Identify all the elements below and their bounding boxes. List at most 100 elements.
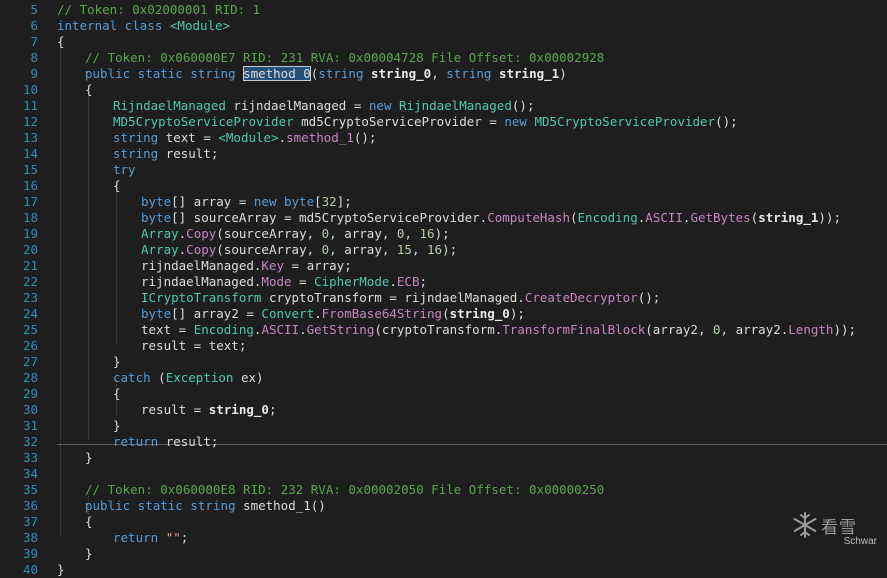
code-line: 39} [0, 546, 887, 562]
code-token: string_0 [449, 306, 510, 321]
code-line: 27} [0, 354, 887, 370]
line-number: 16 [22, 178, 38, 193]
line-number: 23 [22, 290, 38, 305]
code-text: return ""; [113, 530, 188, 546]
line-number: 17 [22, 194, 38, 209]
code-token: try [113, 162, 136, 177]
code-token: md5CryptoServiceProvider = [293, 114, 505, 129]
line-number: 28 [22, 370, 38, 385]
code-token: (array2, [645, 322, 714, 337]
code-token: rijndaelManaged = [225, 98, 369, 113]
code-text: byte[] sourceArray = md5CryptoServicePro… [141, 210, 841, 226]
code-text: rijndaelManaged.Key = array; [141, 258, 352, 274]
code-token: ]; [336, 194, 352, 209]
code-line: 12 MD5CryptoServiceProvider md5CryptoServ… [0, 114, 887, 130]
line-number: 25 [22, 322, 38, 337]
code-token: ex) [233, 370, 264, 385]
code-token: [ [314, 194, 322, 209]
watermark-author: Schwar [843, 536, 877, 547]
code-line: 20 Array.Copy(sourceArray, 0, array, 15, … [0, 242, 887, 258]
code-token: (); [715, 114, 738, 129]
code-line: 9 public static string smethod_0(string s… [0, 66, 887, 82]
code-token: )); [818, 210, 841, 225]
code-token: Exception [165, 370, 234, 385]
code-text: public static string smethod_0(string st… [85, 66, 567, 82]
code-line: 23 ICryptoTransform cryptoTransform = rij… [0, 290, 887, 306]
code-line: 32 return result; [0, 434, 887, 450]
code-token: <Module> [218, 130, 279, 145]
code-token: , array, [329, 226, 397, 241]
code-token: Key [261, 258, 284, 273]
code-line: 8 // Token: 0x060000E7 RID: 231 RVA: 0x00… [0, 50, 887, 66]
code-line: 17 byte[] array = new byte[32]; [0, 194, 887, 210]
code-token: { [113, 386, 121, 401]
line-number: 30 [22, 402, 38, 417]
code-token: RijndaelManaged [399, 98, 512, 113]
code-token: byte [141, 306, 172, 321]
code-line: 6 internal class <Module> [0, 18, 887, 34]
code-text: string result; [113, 146, 218, 162]
code-token: = array; [284, 258, 352, 273]
code-text: ICryptoTransform cryptoTransform = rijnd… [141, 290, 660, 306]
code-token: rijndaelManaged. [141, 274, 262, 289]
code-text: { [113, 178, 121, 194]
code-text: } [85, 450, 93, 466]
code-text: result = text; [141, 338, 246, 354]
line-number: 35 [22, 482, 38, 497]
code-token: ) [559, 66, 567, 81]
code-token: // Token: 0x060000E8 RID: 232 RVA: 0x000… [85, 482, 605, 497]
code-token: ; [419, 274, 428, 289]
code-text: MD5CryptoServiceProvider md5CryptoServic… [113, 114, 738, 130]
line-number: 19 [22, 226, 38, 241]
line-number: 26 [22, 338, 38, 353]
code-token: // Token: 0x060000E7 RID: 231 RVA: 0x000… [85, 50, 605, 65]
code-token: result = text; [141, 338, 247, 353]
code-line: 18 byte[] sourceArray = md5CryptoServiceP… [0, 210, 887, 226]
code-token: . [314, 306, 322, 321]
code-line: 16 { [0, 178, 887, 194]
watermark: 看雪 Schwar [791, 507, 881, 547]
code-token: 16 [419, 226, 435, 241]
line-number: 21 [22, 258, 38, 273]
line-number: 10 [22, 82, 38, 97]
code-token: ASCII [645, 210, 683, 225]
code-token: byte [141, 194, 172, 209]
code-token: } [113, 418, 121, 433]
code-line: 28 catch (Exception ex) [0, 370, 887, 386]
highlighted-identifier[interactable]: smethod_0 [243, 66, 311, 81]
line-number: 31 [22, 418, 38, 433]
code-token: GetString [306, 322, 375, 337]
code-token: ICryptoTransform [141, 290, 262, 305]
code-token: FromBase64String [321, 306, 443, 321]
code-token: ); [442, 242, 458, 257]
code-token: 15 [396, 242, 412, 257]
line-number: 9 [30, 66, 38, 81]
code-text: { [85, 514, 93, 530]
code-token: . [299, 322, 307, 337]
code-token: MD5CryptoServiceProvider [534, 114, 716, 129]
code-text: byte[] array = new byte[32]; [141, 194, 352, 210]
code-token: CreateDecryptor [524, 290, 638, 305]
code-token: ComputeHash [487, 210, 570, 225]
code-token: string_0 [208, 402, 269, 417]
code-line: 29 { [0, 386, 887, 402]
code-token: new byte [253, 194, 315, 209]
line-number: 40 [22, 562, 38, 577]
code-token: Array [141, 226, 179, 241]
code-token: } [85, 450, 93, 465]
code-token: Copy [186, 242, 217, 257]
code-line: 13 string text = <Module>.smethod_1(); [0, 130, 887, 146]
code-token: string [113, 130, 166, 145]
line-number: 22 [22, 274, 38, 289]
code-line: 33} [0, 450, 887, 466]
code-token: ); [434, 226, 450, 241]
code-text: } [85, 546, 93, 562]
code-token: 16 [427, 242, 443, 257]
code-token: , array2. [720, 322, 789, 337]
code-token: string_1 [498, 66, 560, 81]
line-number: 5 [30, 2, 38, 17]
code-text: { [57, 34, 65, 50]
code-editor[interactable]: 5 // Token: 0x02000001 RID: 1 6 internal cl… [0, 0, 887, 577]
code-line: 30 result = string_0; [0, 402, 887, 418]
code-token: catch [113, 370, 159, 385]
